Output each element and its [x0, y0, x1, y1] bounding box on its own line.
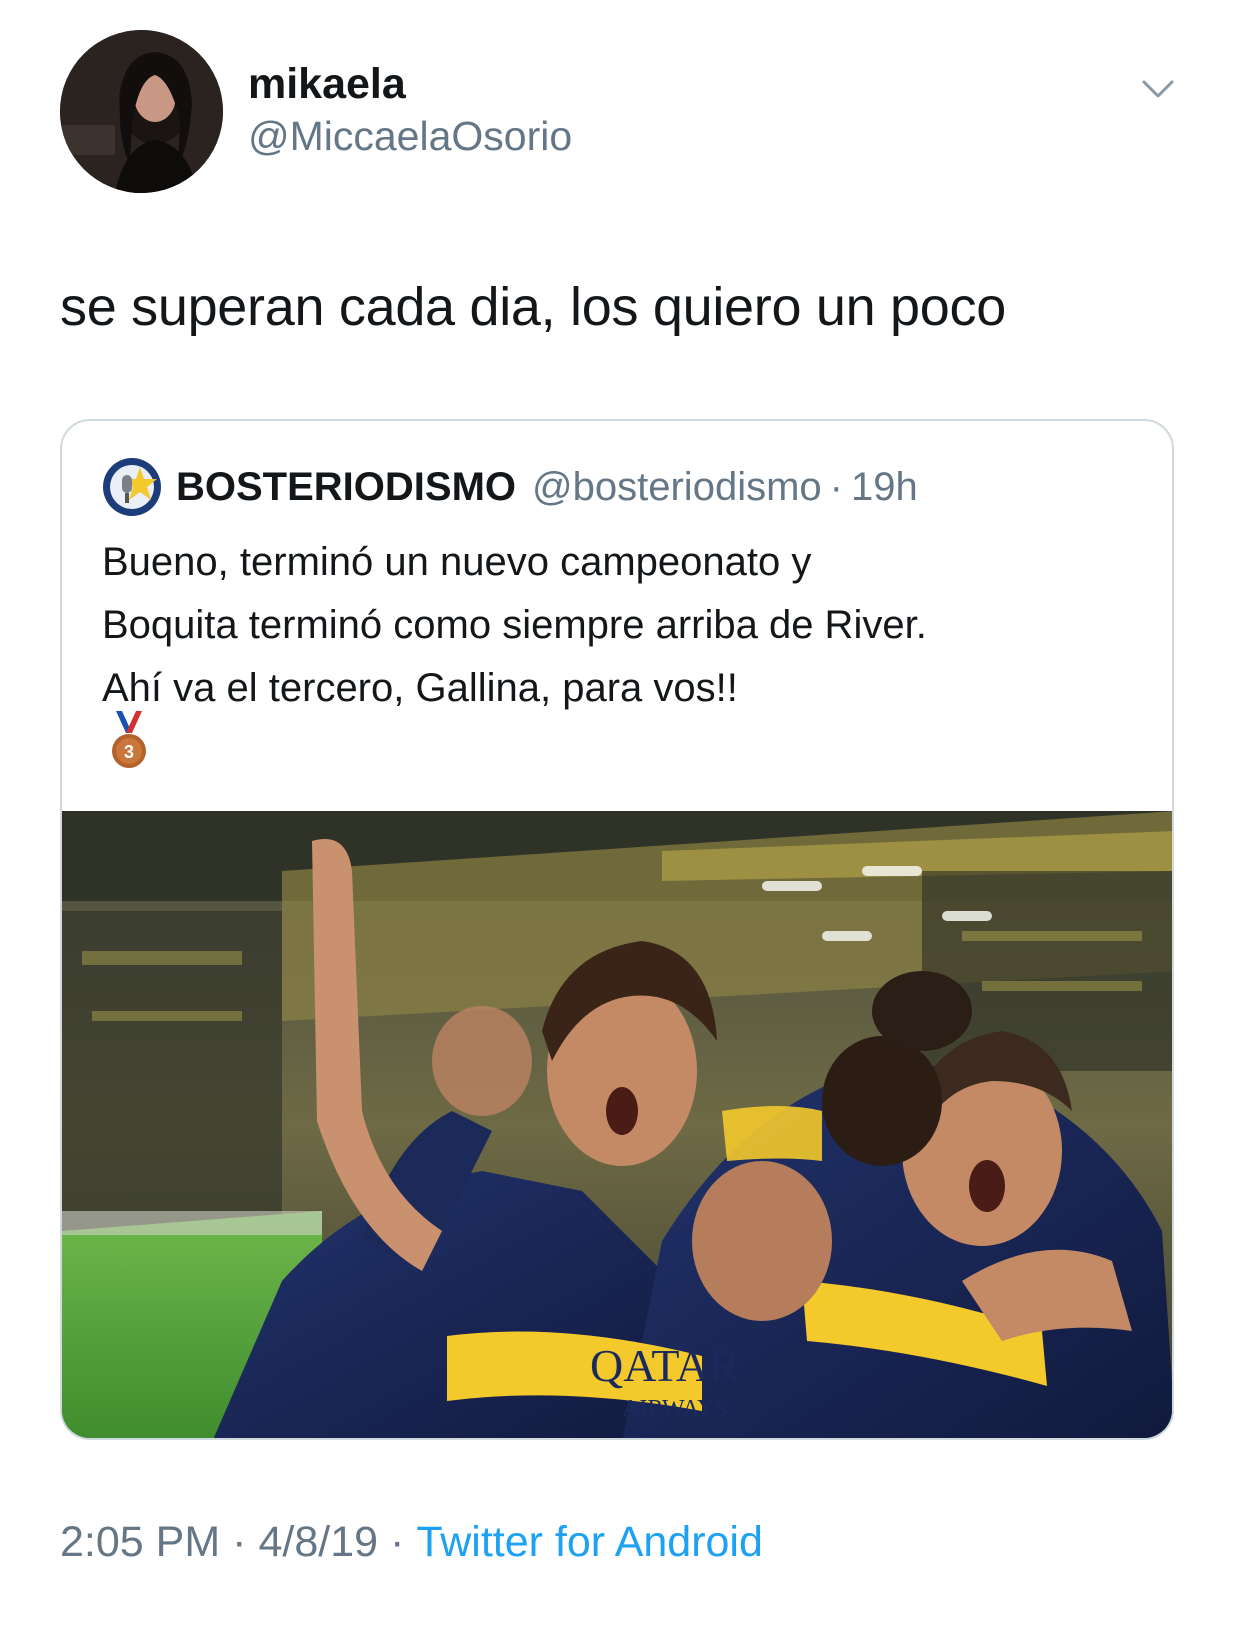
third-place-medal-icon: 3: [112, 711, 146, 768]
tweet-source-link[interactable]: Twitter for Android: [416, 1518, 763, 1566]
quoted-text-line: Boquita terminó como siempre arriba de R…: [102, 603, 927, 647]
author-avatar[interactable]: [60, 30, 223, 193]
more-options-button[interactable]: [1138, 72, 1178, 106]
quoted-author-handle[interactable]: @bosteriodismo: [532, 465, 822, 510]
author-name-text: mikaela: [248, 59, 406, 108]
svg-text:3: 3: [124, 742, 134, 762]
author-display-name[interactable]: mikaela: [248, 56, 474, 112]
tweet-time: 2:05 PM: [60, 1518, 221, 1566]
author-handle[interactable]: @MiccaelaOsorio: [248, 113, 572, 160]
tweet-metadata: 2:05 PM · 4/8/19 · Twitter for Android: [60, 1518, 763, 1567]
chevron-down-icon: [1142, 80, 1174, 98]
sponsor-subtext: AIRWAYS: [622, 1396, 728, 1422]
quoted-text-line: Ahí va el tercero, Gallina, para vos!!: [102, 666, 738, 710]
quoted-author-avatar[interactable]: [102, 457, 162, 517]
quoted-author-name[interactable]: BOSTERIODISMO: [176, 465, 516, 510]
quoted-tweet-card[interactable]: BOSTERIODISMO @bosteriodismo · 19h Bueno…: [60, 419, 1174, 1440]
tweet-date: 4/8/19: [258, 1518, 379, 1566]
quoted-tweet-text: Bueno, terminó un nuevo campeonato y Boq…: [102, 531, 1132, 720]
celebration-photo: QATAR AIRWAYS: [62, 811, 1172, 1438]
avatar-image: [60, 30, 223, 193]
meta-separator: ·: [232, 1518, 247, 1566]
quoted-tweet-header: BOSTERIODISMO @bosteriodismo · 19h: [102, 457, 918, 517]
quoted-text-line: Bueno, terminó un nuevo campeonato y: [102, 540, 812, 584]
crescent-moon-icon: [418, 56, 474, 112]
meta-separator: ·: [390, 1518, 405, 1566]
quoted-timestamp[interactable]: 19h: [851, 465, 918, 510]
tweet-text: se superan cada dia, los quiero un poco: [60, 277, 1006, 337]
sponsor-text: QATAR: [590, 1340, 740, 1391]
quoted-separator: ·: [829, 464, 843, 509]
quoted-tweet-photo[interactable]: QATAR AIRWAYS: [62, 811, 1172, 1438]
